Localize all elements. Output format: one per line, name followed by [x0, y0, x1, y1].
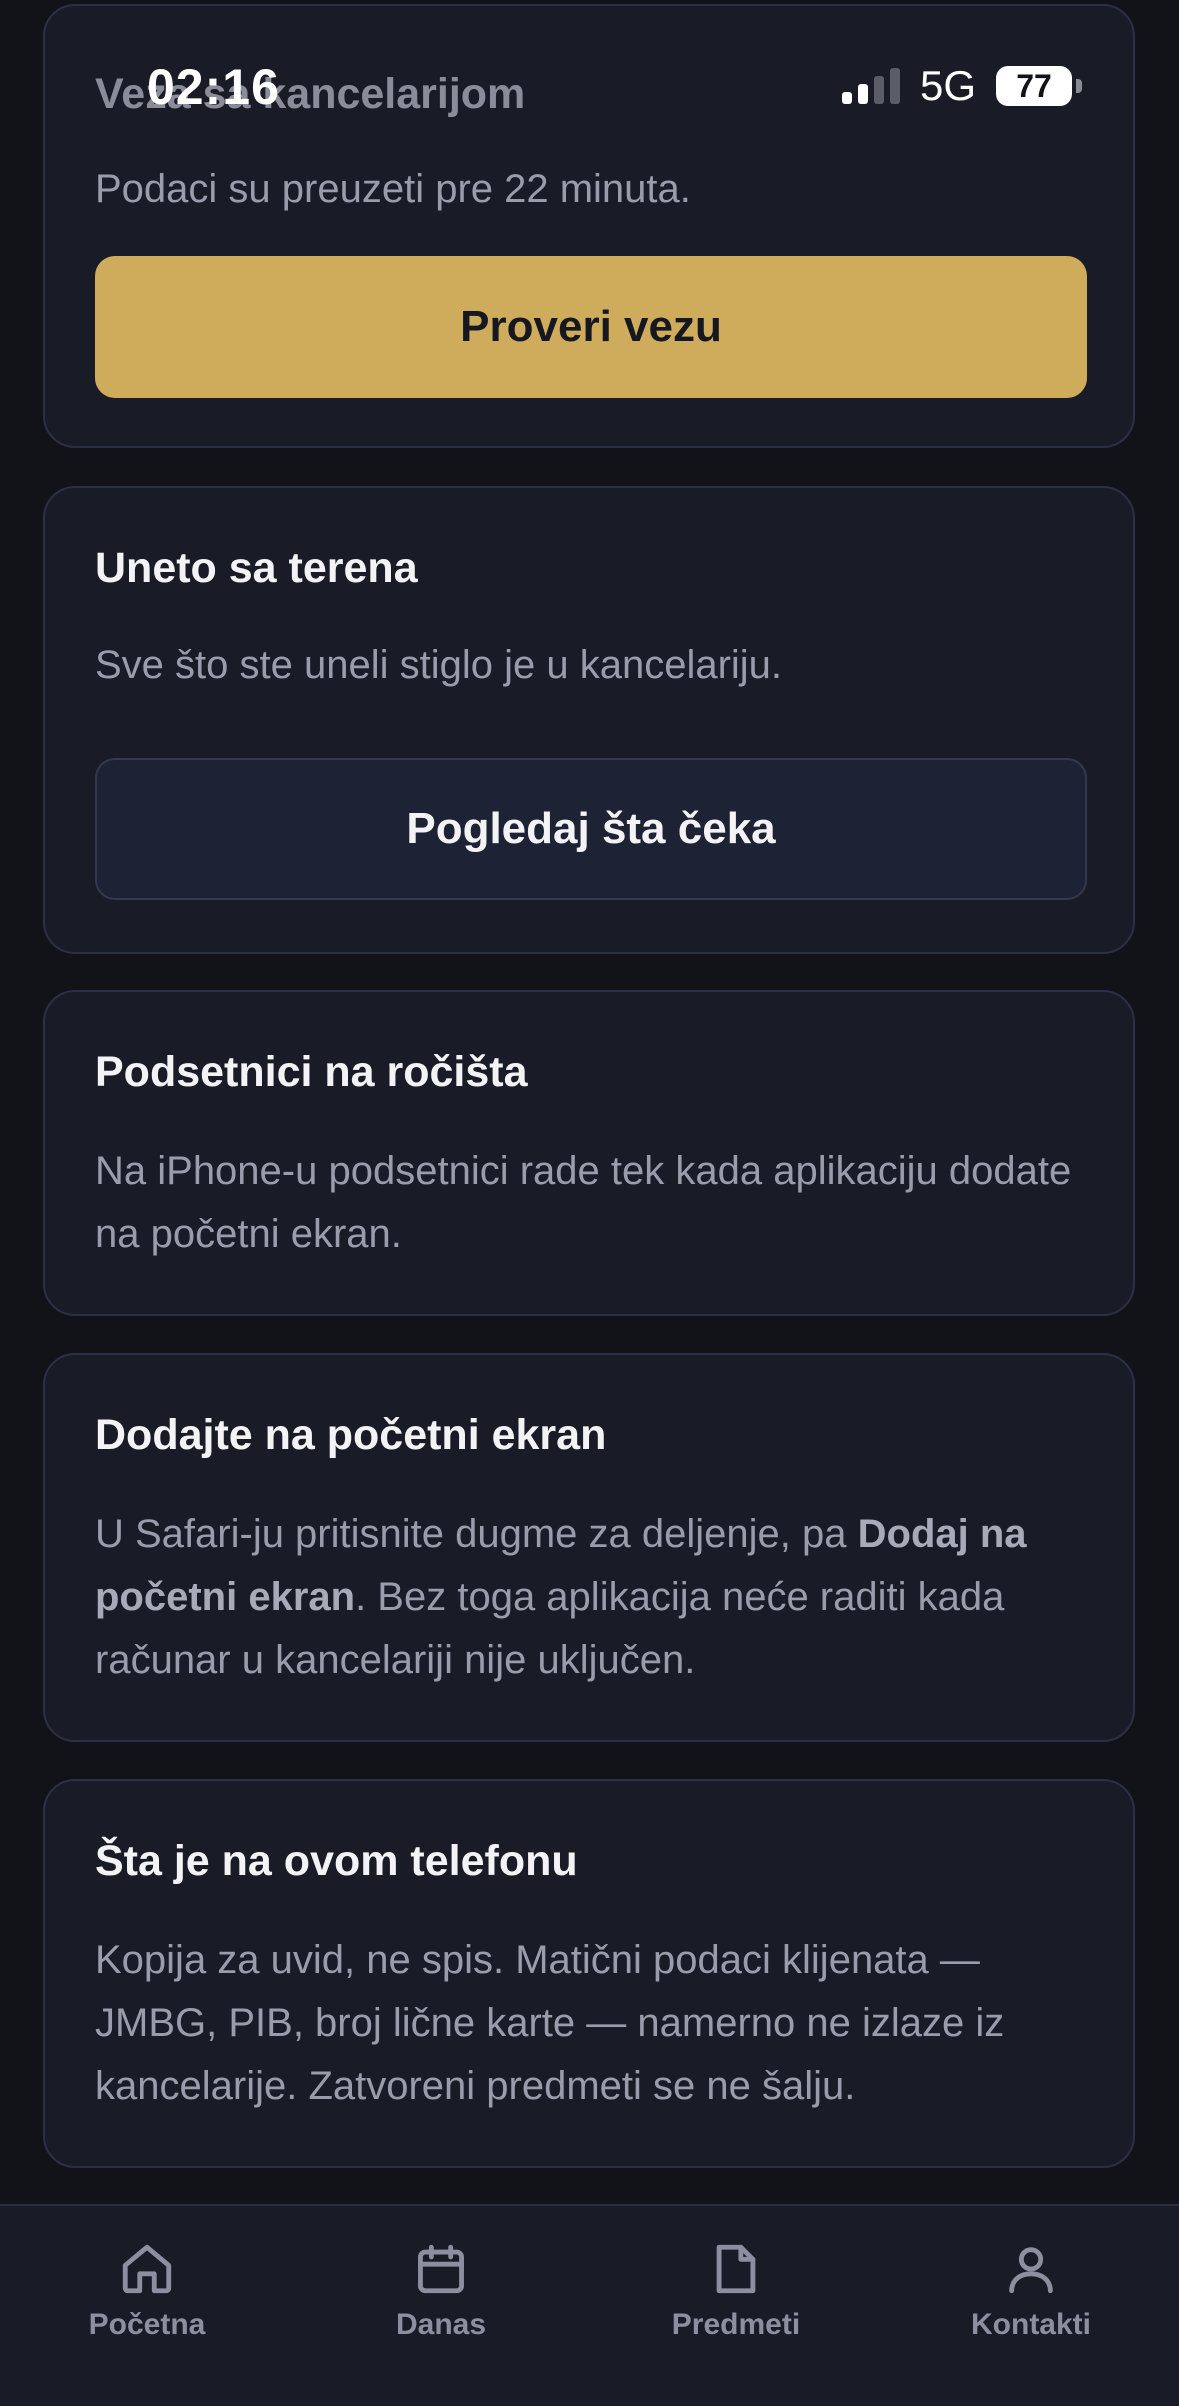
phone-info-card: Šta je na ovom telefonu Kopija za uvid, … [43, 1779, 1135, 2168]
nav-item-contacts[interactable]: Kontakti [921, 2240, 1141, 2342]
status-time: 02:16 [147, 59, 280, 115]
field-entries-title: Uneto sa terena [95, 544, 418, 592]
homescreen-title: Dodajte na početni ekran [95, 1411, 607, 1459]
field-entries-card: Uneto sa terena Sve što ste uneli stiglo… [43, 486, 1135, 954]
battery-icon: 77 [996, 66, 1073, 106]
calendar-icon [418, 2244, 464, 2294]
reminders-text: Na iPhone-u podsetnici rade tek kada apl… [95, 1149, 1072, 1256]
home-icon [122, 2244, 172, 2294]
phone-info-text: Kopija za uvid, ne spis. Matični podaci … [95, 1938, 1005, 2108]
reminders-title: Podsetnici na ročišta [95, 1048, 528, 1096]
battery-level: 77 [1016, 67, 1052, 104]
field-entries-text: Sve što ste uneli stiglo je u kancelarij… [95, 643, 783, 687]
network-type: 5G [920, 62, 977, 109]
bottom-nav: Početna Danas Predmeti Kontakti [0, 2204, 1179, 2406]
reminders-card: Podsetnici na ročišta Na iPhone-u podset… [43, 990, 1135, 1316]
nav-item-today[interactable]: Danas [331, 2240, 551, 2342]
homescreen-text: U Safari-ju pritisnite dugme za deljenje… [95, 1503, 1105, 1692]
phone-info-title: Šta je na ovom telefonu [95, 1837, 578, 1885]
connection-card-text: Podaci su preuzeti pre 22 minuta. [95, 167, 691, 211]
view-pending-button[interactable]: Pogledaj šta čeka [95, 758, 1087, 900]
person-icon [1009, 2247, 1053, 2294]
nav-label-today: Danas [395, 2308, 487, 2341]
nav-label-contacts: Kontakti [971, 2308, 1091, 2341]
nav-label-home: Početna [88, 2308, 206, 2341]
status-indicators: 5G 77 [842, 62, 1083, 109]
homescreen-card: Dodajte na početni ekran U Safari-ju pri… [43, 1353, 1135, 1742]
nav-label-cases: Predmeti [671, 2308, 801, 2341]
screen: Veza sa kancelarijom Podaci su preuzeti … [0, 0, 1179, 2406]
check-connection-button[interactable]: Proveri vezu [95, 256, 1087, 398]
homescreen-text-before: U Safari-ju pritisnite dugme za deljenje… [95, 1512, 858, 1556]
battery-cap [1076, 79, 1083, 93]
nav-item-cases[interactable]: Predmeti [626, 2240, 846, 2342]
nav-item-home[interactable]: Početna [37, 2240, 257, 2342]
signal-icon [842, 68, 900, 104]
document-icon [716, 2244, 756, 2294]
